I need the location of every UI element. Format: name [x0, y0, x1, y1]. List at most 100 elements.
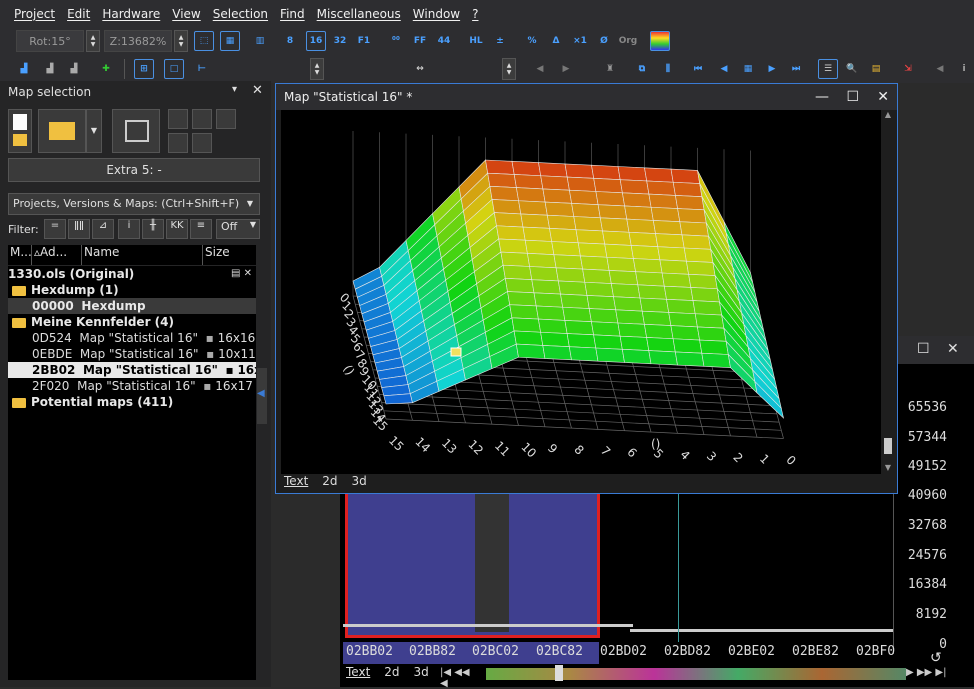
list-item-selected[interactable]: 2BB02 Map "Statistical 16" ▪ 16x16: [8, 362, 256, 378]
hilo-icon[interactable]: HL: [466, 31, 486, 51]
menu-view[interactable]: View: [166, 7, 206, 21]
columns-icon[interactable]: ▥: [250, 31, 270, 51]
prev-icon[interactable]: ◀: [714, 59, 734, 79]
info-icon[interactable]: i: [954, 59, 974, 79]
scroll-up-icon[interactable]: ▲: [881, 110, 895, 119]
list-item[interactable]: 2F020 Map "Statistical 16" ▪ 16x17: [8, 378, 256, 394]
width-icon[interactable]: ↔: [410, 59, 430, 79]
filter-equal-icon[interactable]: =: [44, 219, 66, 239]
grid-icon[interactable]: ▦: [220, 31, 240, 51]
hex-display-icon[interactable]: ⁰⁰: [386, 31, 406, 51]
32bit-icon[interactable]: 32: [330, 31, 350, 51]
filter-list-icon[interactable]: ≡: [190, 219, 212, 239]
scroll-down-icon[interactable]: ▼: [881, 463, 895, 472]
tab-3d[interactable]: 3d: [352, 474, 367, 488]
open-dropdown-icon[interactable]: ▼: [86, 109, 102, 153]
filter-axis-icon[interactable]: ⊿: [92, 219, 114, 239]
tab-text[interactable]: Text: [346, 665, 370, 679]
rotation-spinner[interactable]: ▲ ▼: [86, 30, 100, 52]
tab-3d[interactable]: 3d: [414, 665, 429, 679]
nav-forward-icon[interactable]: ▶: [556, 59, 576, 79]
rotation-field[interactable]: Rot:15°: [16, 30, 84, 52]
nav-last-icon[interactable]: ▶ ▶▶ ▶|: [906, 667, 947, 678]
8bit-icon[interactable]: 8: [280, 31, 300, 51]
tab-text[interactable]: Text: [284, 474, 308, 488]
scroll-thumb[interactable]: [555, 665, 563, 681]
spinner-b[interactable]: ▲ ▼: [502, 58, 516, 80]
tab-2d[interactable]: 2d: [384, 665, 399, 679]
tab-2d[interactable]: 2d: [322, 474, 337, 488]
factor-icon[interactable]: ×1: [570, 31, 590, 51]
panel-dropdown-icon[interactable]: ▾: [232, 84, 237, 95]
spinner-a[interactable]: ▲ ▼: [310, 58, 324, 80]
extra-button[interactable]: Extra 5: -: [8, 158, 260, 182]
zoom-spinner[interactable]: ▲ ▼: [174, 30, 188, 52]
list-item[interactable]: 0EBDE Map "Statistical 16" ▪ 10x11: [8, 346, 256, 362]
splitter-handle[interactable]: ◀: [257, 368, 267, 424]
list-item[interactable]: 0D524 Map "Statistical 16" ▪ 16x16: [8, 330, 256, 346]
reset-icon[interactable]: ↺: [930, 650, 942, 666]
close-icon[interactable]: ✕: [947, 341, 959, 357]
add-map-button[interactable]: [168, 109, 188, 129]
filter-kk-icon[interactable]: KK: [166, 219, 188, 239]
chart-compare-icon[interactable]: ▟: [40, 59, 60, 79]
map-settings-button[interactable]: [216, 109, 236, 129]
col-name[interactable]: Name: [82, 245, 203, 265]
map-3d-plot[interactable]: 0 1 2 3 4 5 6 7 8 9 10 11 12 13 14 15 0 1 2 3 4 5 6 7 8 9 10 11 12 13…: [281, 110, 881, 474]
collapse-icon[interactable]: ◀: [930, 59, 950, 79]
chart-icon[interactable]: ▟: [14, 59, 34, 79]
rect-select-icon[interactable]: □: [164, 59, 184, 79]
search-dropdown[interactable]: Projects, Versions & Maps: (Ctrl+Shift+F…: [8, 193, 260, 215]
menu-help[interactable]: ?: [466, 7, 484, 21]
chart-export-icon[interactable]: ▟: [64, 59, 84, 79]
first-icon[interactable]: ⏮: [688, 59, 708, 79]
view-mode-icon[interactable]: ⬚: [194, 31, 214, 51]
org-icon[interactable]: Org: [618, 31, 638, 51]
color-palette-icon[interactable]: [650, 31, 670, 51]
vertical-scrollbar[interactable]: ▲ ▼: [881, 110, 895, 474]
minimize-icon[interactable]: —: [815, 89, 829, 105]
hex-graph-area[interactable]: [340, 494, 893, 642]
filter-bits-icon[interactable]: ǁǁ: [68, 219, 90, 239]
col-size[interactable]: Size: [203, 245, 256, 265]
highlight-icon[interactable]: ▤: [866, 59, 886, 79]
original-icon[interactable]: Ø: [594, 31, 614, 51]
add-map-icon[interactable]: ✚: [96, 59, 116, 79]
close-icon[interactable]: ✕: [877, 89, 889, 105]
menu-project[interactable]: Project: [8, 7, 61, 21]
float-icon[interactable]: F1: [354, 31, 374, 51]
map-tools-button[interactable]: [192, 109, 212, 129]
next-icon[interactable]: ▶: [762, 59, 782, 79]
delta-icon[interactable]: Δ: [546, 31, 566, 51]
filter-off-select[interactable]: Off ▼: [216, 219, 260, 239]
percent-icon[interactable]: %: [522, 31, 542, 51]
dec-display-icon[interactable]: 44: [434, 31, 454, 51]
cell-cursor[interactable]: [450, 347, 462, 357]
filter-pattern-icon[interactable]: ╫: [142, 219, 164, 239]
folder-meine-kennfelder[interactable]: Meine Kennfelder (4): [8, 314, 256, 330]
menu-miscellaneous[interactable]: Miscellaneous: [311, 7, 407, 21]
col-address[interactable]: ▵Ad...: [32, 245, 82, 265]
split-icon[interactable]: ⫼: [658, 59, 678, 79]
version-button[interactable]: [112, 109, 160, 153]
menu-window[interactable]: Window: [407, 7, 466, 21]
new-project-button[interactable]: [8, 109, 32, 153]
overview-scrollbar[interactable]: [486, 668, 906, 680]
filter-column-icon[interactable]: i: [118, 219, 140, 239]
export-icon[interactable]: ⇲: [898, 59, 918, 79]
last-icon[interactable]: ⏭: [786, 59, 806, 79]
col-m[interactable]: M...: [8, 245, 32, 265]
table-icon[interactable]: ▦: [738, 59, 758, 79]
export-map-button[interactable]: [168, 133, 188, 153]
list-icon[interactable]: ☰: [818, 59, 838, 79]
panel-close-icon[interactable]: ✕: [252, 83, 263, 98]
16bit-icon[interactable]: 16: [306, 31, 326, 51]
list-item[interactable]: 00000 Hexdump: [8, 298, 256, 314]
copy-icon[interactable]: ⧉: [632, 59, 652, 79]
nav-first-icon[interactable]: |◀ ◀◀ ◀: [440, 667, 480, 689]
open-project-button[interactable]: [38, 109, 86, 153]
menu-selection[interactable]: Selection: [207, 7, 274, 21]
search-doc-icon[interactable]: 🔍: [842, 59, 862, 79]
maximize-icon[interactable]: ☐: [846, 89, 859, 105]
menu-hardware[interactable]: Hardware: [96, 7, 166, 21]
